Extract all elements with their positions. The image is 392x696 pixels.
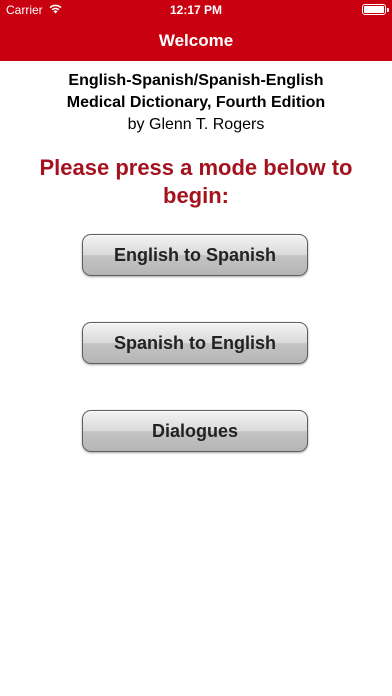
mode-prompt: Please press a mode below to begin: [39, 155, 353, 208]
button-label: Dialogues [151, 420, 239, 441]
author-line: by Glenn T. Rogers [127, 116, 265, 133]
battery-fill [364, 6, 384, 13]
spanish-to-english-button[interactable]: Spanish to English [82, 322, 308, 364]
book-title-block: English-Spanish/Spanish-English Medical … [0, 70, 392, 136]
button-label: English to Spanish [113, 244, 276, 265]
nav-title: Welcome [158, 31, 234, 50]
button-label: Spanish to English [113, 332, 276, 353]
nav-bar: Carrier 12:17 PM Welcome [0, 0, 392, 61]
status-bar: Carrier 12:17 PM [0, 0, 392, 20]
book-title-line1: English-Spanish/Spanish-English [68, 72, 324, 89]
dialogues-button[interactable]: Dialogues [82, 410, 308, 452]
status-time: 12:17 PM [169, 3, 223, 17]
english-to-spanish-button[interactable]: English to Spanish [82, 234, 308, 276]
book-title-line2: Medical Dictionary, Fourth Edition [66, 94, 326, 111]
battery-nub [387, 8, 389, 12]
battery-icon [362, 4, 389, 15]
